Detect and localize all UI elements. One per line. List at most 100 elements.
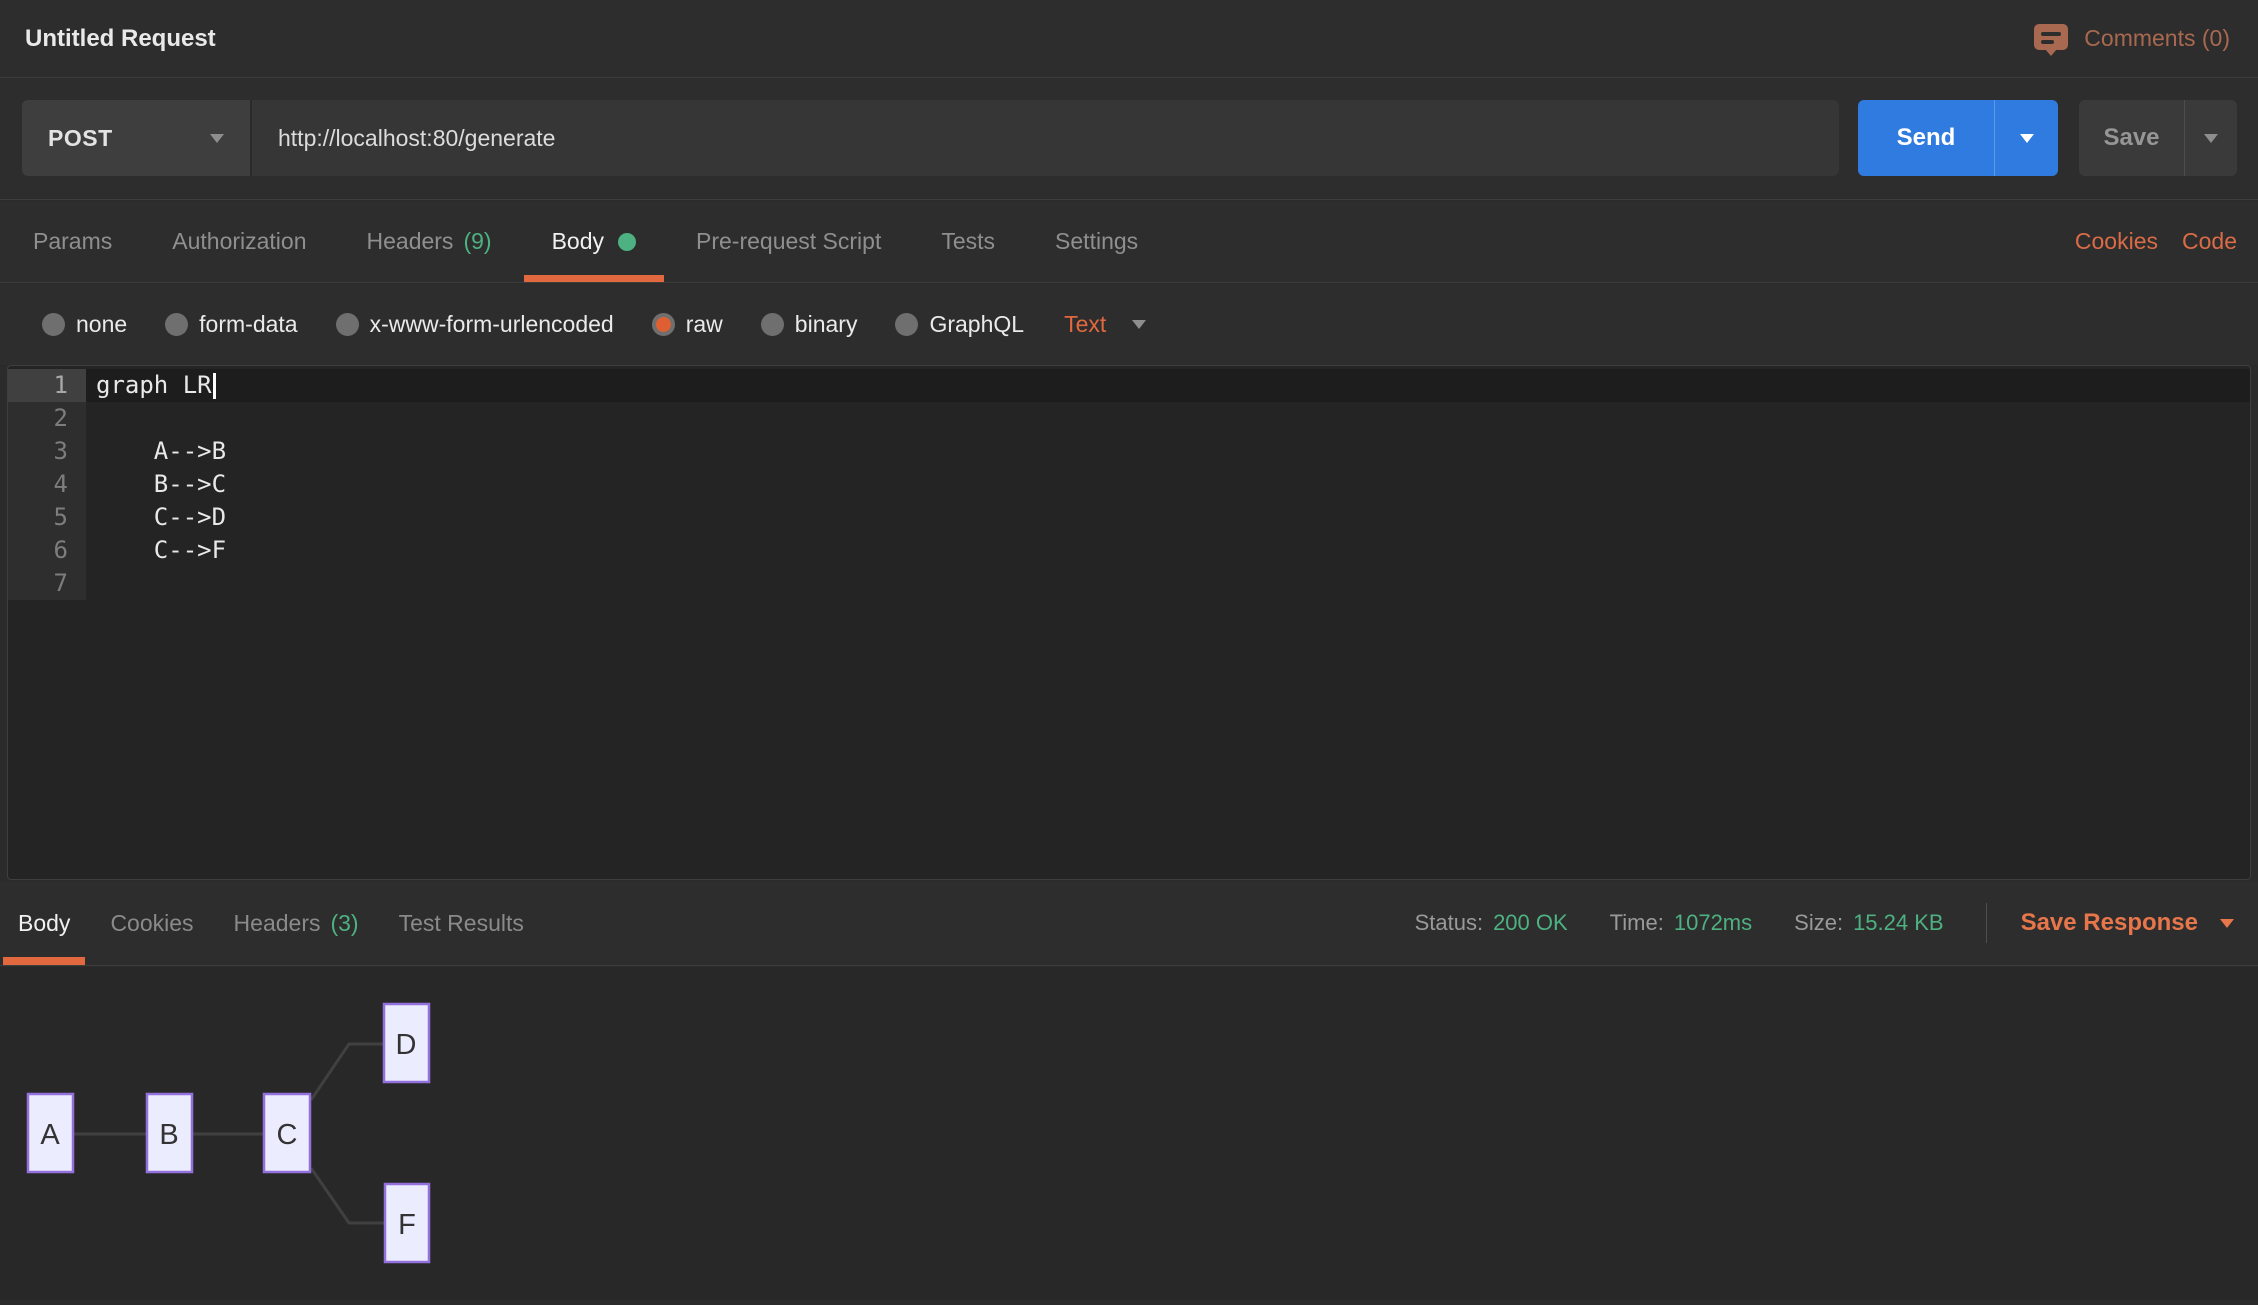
response-meta: Status: 200 OK Time: 1072ms Size: 15.24 … — [1415, 903, 2258, 943]
editor-line[interactable]: 2 — [8, 402, 2250, 435]
node-label: C — [277, 1119, 298, 1151]
tab-label: Cookies — [110, 910, 193, 937]
size-meta: Size: 15.24 KB — [1794, 910, 1943, 936]
chevron-down-icon — [210, 134, 224, 143]
tab-label: Headers — [367, 228, 454, 255]
code-line[interactable]: C-->F — [86, 534, 2250, 567]
response-header: Body Cookies Headers (3) Test Results Sta… — [0, 881, 2258, 966]
chevron-down-icon — [2204, 134, 2218, 143]
code-text: graph LR — [96, 371, 212, 399]
mermaid-graph: A B C D F — [0, 967, 2258, 1300]
tab-label: Tests — [941, 228, 995, 255]
editor-line[interactable]: 5 C-->D — [8, 501, 2250, 534]
mode-graphql[interactable]: GraphQL — [895, 311, 1024, 338]
size-value: 15.24 KB — [1853, 910, 1944, 936]
comments-label: Comments (0) — [2084, 25, 2230, 52]
line-number: 7 — [8, 567, 86, 600]
mode-label: raw — [686, 311, 723, 338]
graph-node-b: B — [147, 1094, 192, 1172]
code-line[interactable]: B-->C — [86, 468, 2250, 501]
tab-tests[interactable]: Tests — [941, 201, 995, 282]
url-input[interactable] — [252, 100, 1839, 176]
response-body: A B C D F — [0, 967, 2258, 1300]
save-label[interactable]: Save — [2079, 100, 2185, 176]
mode-raw[interactable]: raw — [652, 311, 723, 338]
body-modified-dot — [618, 233, 636, 251]
response-tab-body[interactable]: Body — [18, 881, 70, 965]
tab-label: Pre-request Script — [696, 228, 881, 255]
save-response-label: Save Response — [2021, 909, 2198, 937]
response-tab-cookies[interactable]: Cookies — [110, 881, 193, 965]
response-tab-test-results[interactable]: Test Results — [399, 881, 524, 965]
node-label: F — [398, 1209, 416, 1241]
comment-bubble-icon — [2032, 21, 2070, 57]
tab-label: Params — [33, 228, 112, 255]
code-line[interactable] — [86, 402, 2250, 435]
send-options-button[interactable] — [1995, 100, 2058, 176]
raw-body-editor[interactable]: 1 graph LR 2 3 A-->B 4 B-->C 5 C-->D 6 C… — [7, 365, 2251, 880]
headers-count-badge: (3) — [330, 910, 358, 937]
tab-label: Body — [552, 228, 604, 255]
radio-icon — [42, 313, 65, 336]
code-line[interactable] — [86, 567, 2250, 600]
mode-form-data[interactable]: form-data — [165, 311, 297, 338]
tab-authorization[interactable]: Authorization — [172, 201, 306, 282]
mode-label: binary — [795, 311, 858, 338]
mode-label: x-www-form-urlencoded — [370, 311, 614, 338]
time-label: Time: — [1610, 910, 1664, 936]
node-label: A — [40, 1119, 60, 1151]
line-number: 2 — [8, 402, 86, 435]
code-line[interactable]: A-->B — [86, 435, 2250, 468]
code-line[interactable]: C-->D — [86, 501, 2250, 534]
format-select[interactable]: Text — [1064, 311, 1146, 338]
tab-body[interactable]: Body — [552, 201, 636, 282]
editor-line[interactable]: 3 A-->B — [8, 435, 2250, 468]
tab-label: Body — [18, 910, 70, 937]
cookies-link[interactable]: Cookies — [2075, 228, 2158, 255]
mode-label: GraphQL — [929, 311, 1024, 338]
time-value: 1072ms — [1674, 910, 1752, 936]
tab-label: Settings — [1055, 228, 1138, 255]
line-number: 4 — [8, 468, 86, 501]
tab-params[interactable]: Params — [33, 201, 112, 282]
send-label[interactable]: Send — [1858, 100, 1995, 176]
editor-line[interactable]: 6 C-->F — [8, 534, 2250, 567]
editor-line[interactable]: 4 B-->C — [8, 468, 2250, 501]
status-value: 200 OK — [1493, 910, 1568, 936]
response-tab-headers[interactable]: Headers (3) — [234, 881, 359, 965]
tab-label: Test Results — [399, 910, 524, 937]
graph-node-d: D — [384, 1004, 429, 1082]
save-response-button[interactable]: Save Response — [2021, 909, 2234, 937]
tabs-right-links: Cookies Code — [2075, 228, 2258, 255]
method-select[interactable]: POST — [22, 100, 252, 176]
code-link[interactable]: Code — [2182, 228, 2237, 255]
tab-settings[interactable]: Settings — [1055, 201, 1138, 282]
graph-node-f: F — [385, 1184, 429, 1262]
graph-node-c: C — [264, 1094, 310, 1172]
headers-count-badge: (9) — [463, 228, 491, 255]
line-number: 1 — [8, 369, 86, 402]
chevron-down-icon — [1132, 320, 1146, 329]
tab-label: Headers — [234, 910, 321, 937]
save-options-button[interactable] — [2185, 100, 2237, 176]
editor-line[interactable]: 7 — [8, 567, 2250, 600]
comments-button[interactable]: Comments (0) — [2032, 21, 2230, 57]
code-line[interactable]: graph LR — [86, 369, 2250, 402]
radio-icon — [336, 313, 359, 336]
tab-headers[interactable]: Headers (9) — [367, 201, 492, 282]
format-label: Text — [1064, 311, 1106, 338]
send-button[interactable]: Send — [1858, 100, 2058, 176]
mode-x-www-form-urlencoded[interactable]: x-www-form-urlencoded — [336, 311, 614, 338]
graph-node-a: A — [28, 1094, 73, 1172]
editor-line[interactable]: 1 graph LR — [8, 369, 2250, 402]
size-label: Size: — [1794, 910, 1843, 936]
mode-label: none — [76, 311, 127, 338]
tab-pre-request-script[interactable]: Pre-request Script — [696, 201, 881, 282]
save-button[interactable]: Save — [2079, 100, 2237, 176]
request-row: POST Send Save — [0, 79, 2258, 200]
mode-binary[interactable]: binary — [761, 311, 858, 338]
line-number: 6 — [8, 534, 86, 567]
radio-icon — [165, 313, 188, 336]
mode-none[interactable]: none — [42, 311, 127, 338]
body-mode-row: none form-data x-www-form-urlencoded raw… — [0, 284, 2258, 365]
